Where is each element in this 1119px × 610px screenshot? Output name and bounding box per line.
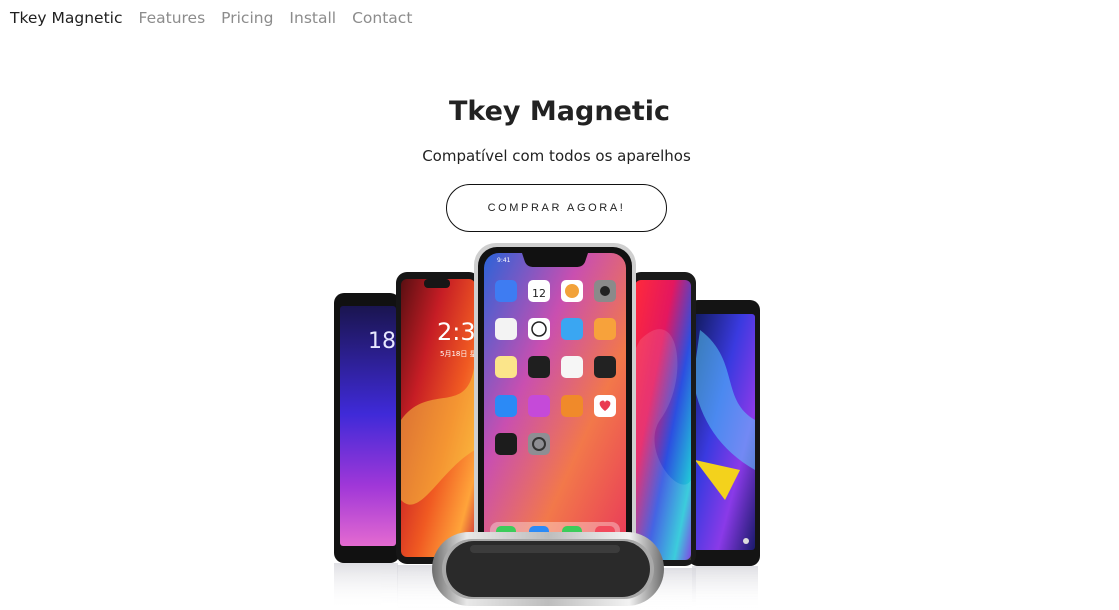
magnetic-holder [432, 532, 664, 606]
lockscreen-time: 18 [368, 329, 396, 354]
phone-far-left: 18 [334, 293, 400, 563]
nav-link-pricing[interactable]: Pricing [221, 9, 273, 27]
hero-subtitle: Compatível com todos os aparelhos [422, 147, 691, 165]
app-icons-grid: 12 [495, 280, 616, 455]
lockscreen-time: 2:3 [437, 318, 476, 346]
status-time: 9:41 [497, 257, 511, 264]
calendar-day: 12 [532, 287, 546, 300]
phone-mid-right [630, 272, 696, 566]
phone-mid-left: 2:3 5月18日 星期五 [396, 272, 491, 564]
phones-reflection [334, 563, 758, 610]
buy-now-button[interactable]: COMPRAR AGORA! [446, 184, 667, 232]
product-image: 18 2:3 5月18日 星期五 9:41 12 [334, 243, 760, 610]
nav-link-contact[interactable]: Contact [352, 9, 412, 27]
hero-title: Tkey Magnetic [448, 96, 671, 127]
lockscreen-date: 5月18日 星期五 [440, 350, 491, 358]
top-nav: Tkey Magnetic Features Pricing Install C… [10, 7, 428, 29]
nav-link-install[interactable]: Install [289, 9, 336, 27]
phone-far-right [688, 300, 760, 566]
nav-brand[interactable]: Tkey Magnetic [10, 9, 123, 27]
phone-center: 9:41 12 [474, 243, 636, 573]
nav-link-features[interactable]: Features [139, 9, 206, 27]
